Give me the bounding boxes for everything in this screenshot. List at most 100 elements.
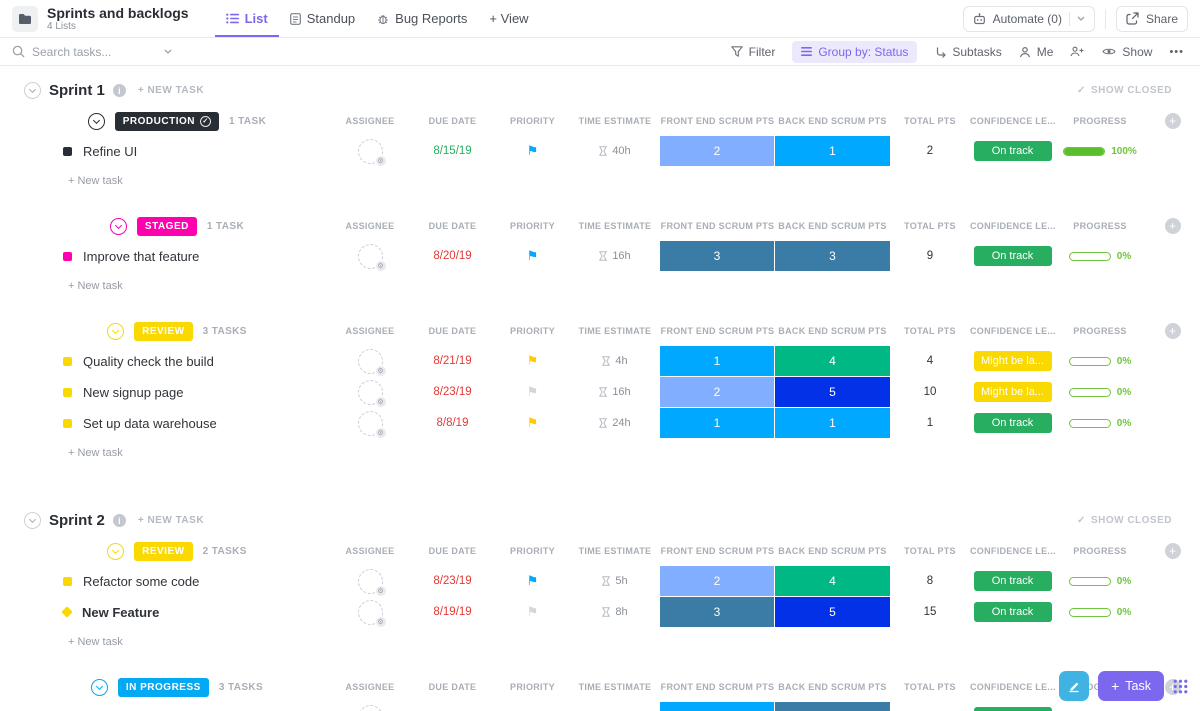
front-end-scrum-pts[interactable]: 3 <box>660 597 775 627</box>
show-button[interactable]: Show <box>1102 45 1152 59</box>
subtasks-button[interactable]: Subtasks <box>934 45 1001 59</box>
priority-flag-icon[interactable]: ⚑ <box>495 377 570 407</box>
automate-button[interactable]: Automate (0) <box>963 6 1095 32</box>
due-date[interactable]: 8/20/19 <box>410 241 495 271</box>
status-badge[interactable]: REVIEW <box>134 322 192 341</box>
priority-flag-icon[interactable]: ⚑ <box>495 566 570 596</box>
add-column-icon[interactable]: + <box>1165 543 1181 559</box>
add-column-icon[interactable]: + <box>1165 113 1181 129</box>
status-badge[interactable]: STAGED <box>137 217 197 236</box>
due-date[interactable]: 8/19/19 <box>410 597 495 627</box>
assignees-button[interactable] <box>1070 46 1085 57</box>
me-button[interactable]: Me <box>1019 45 1054 59</box>
show-closed-button[interactable]: ✓ SHOW CLOSED <box>1077 515 1172 526</box>
sprint-title[interactable]: Sprint 1 <box>49 82 105 99</box>
back-end-scrum-pts[interactable]: 5 <box>775 597 890 627</box>
task-row[interactable]: New signup page ⚙ 8/23/19 ⚑ 16h 2 5 10 M… <box>0 377 1200 407</box>
back-end-scrum-pts[interactable]: 1 <box>775 408 890 438</box>
task-row[interactable]: Quality check the build ⚙ 8/21/19 ⚑ 4h 1… <box>0 346 1200 376</box>
priority-flag-icon[interactable]: ⚑ <box>495 241 570 271</box>
tab-list[interactable]: List <box>215 0 279 37</box>
notepad-button[interactable] <box>1059 671 1089 701</box>
task-name[interactable]: New Feature <box>82 605 159 620</box>
status-badge[interactable]: IN PROGRESS <box>118 678 209 697</box>
time-estimate[interactable]: 16h <box>612 250 630 262</box>
assignee-avatar[interactable]: ⚙ <box>358 600 383 625</box>
front-end-scrum-pts[interactable]: 3 <box>660 241 775 271</box>
confidence-badge[interactable]: On track <box>974 571 1052 591</box>
front-end-scrum-pts[interactable]: 1 <box>660 408 775 438</box>
front-end-scrum-pts[interactable]: 2 <box>660 377 775 407</box>
due-date[interactable]: 8/26/19 <box>410 702 495 711</box>
task-name[interactable]: Refactor some code <box>83 574 199 589</box>
tab-bug-reports[interactable]: Bug Reports <box>366 0 478 37</box>
time-estimate[interactable]: 40h <box>612 145 630 157</box>
time-estimate[interactable]: 8h <box>615 606 627 618</box>
search-options-chevron-icon[interactable] <box>164 49 172 54</box>
priority-flag-icon[interactable]: ⚑ <box>495 702 570 711</box>
group-by-button[interactable]: Group by: Status <box>792 41 917 63</box>
task-name[interactable]: Improve that feature <box>83 249 199 264</box>
task-name[interactable]: Refine UI <box>83 144 137 159</box>
assignee-avatar[interactable]: ⚙ <box>358 705 383 711</box>
apps-grid-icon[interactable] <box>1173 679 1188 694</box>
back-end-scrum-pts[interactable]: 3 <box>775 702 890 711</box>
new-task-button[interactable]: + New task <box>0 167 1200 202</box>
confidence-badge[interactable]: Might be la... <box>974 351 1052 371</box>
add-task-button[interactable]: + Task <box>1098 671 1164 701</box>
confidence-badge[interactable]: On track <box>974 413 1052 433</box>
share-button[interactable]: Share <box>1116 6 1188 32</box>
collapse-sprint-icon[interactable] <box>24 512 41 529</box>
collapse-group-icon[interactable] <box>91 679 108 696</box>
task-row[interactable]: Refine UI ⚙ 8/15/19 ⚑ 40h 2 1 2 On track… <box>0 136 1200 166</box>
task-name[interactable]: Set up data warehouse <box>83 416 217 431</box>
confidence-badge[interactable]: On track <box>974 602 1052 622</box>
front-end-scrum-pts[interactable]: 2 <box>660 136 775 166</box>
time-estimate[interactable]: 5h <box>615 575 627 587</box>
back-end-scrum-pts[interactable]: 3 <box>775 241 890 271</box>
priority-flag-icon[interactable]: ⚑ <box>495 408 570 438</box>
front-end-scrum-pts[interactable]: 2 <box>660 566 775 596</box>
task-row[interactable]: New Feature ⚙ 8/19/19 ⚑ 8h 3 5 15 On tra… <box>0 597 1200 627</box>
task-name[interactable]: Quality check the build <box>83 354 214 369</box>
collapse-group-icon[interactable] <box>110 218 127 235</box>
filter-button[interactable]: Filter <box>731 45 776 59</box>
due-date[interactable]: 8/23/19 <box>410 566 495 596</box>
back-end-scrum-pts[interactable]: 5 <box>775 377 890 407</box>
due-date[interactable]: 8/21/19 <box>410 346 495 376</box>
collapse-group-icon[interactable] <box>107 543 124 560</box>
sprint-new-task-button[interactable]: + NEW TASK <box>138 515 204 526</box>
add-column-icon[interactable]: + <box>1165 218 1181 234</box>
time-estimate[interactable]: 4h <box>615 355 627 367</box>
priority-flag-icon[interactable]: ⚑ <box>495 136 570 166</box>
priority-flag-icon[interactable]: ⚑ <box>495 597 570 627</box>
task-name[interactable]: New signup page <box>83 385 183 400</box>
sprint-new-task-button[interactable]: + NEW TASK <box>138 85 204 96</box>
time-estimate[interactable]: 16h <box>612 386 630 398</box>
assignee-avatar[interactable]: ⚙ <box>358 380 383 405</box>
collapse-group-icon[interactable] <box>107 323 124 340</box>
front-end-scrum-pts[interactable]: 1 <box>660 702 775 711</box>
status-badge[interactable]: REVIEW <box>134 542 192 561</box>
priority-flag-icon[interactable]: ⚑ <box>495 346 570 376</box>
new-task-button[interactable]: + New task <box>0 272 1200 307</box>
add-column-icon[interactable]: + <box>1165 323 1181 339</box>
new-task-button[interactable]: + New task <box>0 628 1200 663</box>
tab-standup[interactable]: Standup <box>279 0 366 37</box>
assignee-avatar[interactable]: ⚙ <box>358 411 383 436</box>
assignee-avatar[interactable]: ⚙ <box>358 349 383 374</box>
due-date[interactable]: 8/8/19 <box>410 408 495 438</box>
chevron-down-icon[interactable] <box>1077 16 1085 21</box>
new-task-button[interactable]: + New task <box>0 439 1200 474</box>
assignee-avatar[interactable]: ⚙ <box>358 244 383 269</box>
task-row[interactable]: User story ⚙ 8/26/19 ⚑ 24h 1 3 3 On trac… <box>0 702 1200 711</box>
back-end-scrum-pts[interactable]: 4 <box>775 346 890 376</box>
back-end-scrum-pts[interactable]: 4 <box>775 566 890 596</box>
due-date[interactable]: 8/23/19 <box>410 377 495 407</box>
task-row[interactable]: Refactor some code ⚙ 8/23/19 ⚑ 5h 2 4 8 … <box>0 566 1200 596</box>
status-badge[interactable]: PRODUCTION ✓ <box>115 112 219 131</box>
task-row[interactable]: Set up data warehouse ⚙ 8/8/19 ⚑ 24h 1 1… <box>0 408 1200 438</box>
front-end-scrum-pts[interactable]: 1 <box>660 346 775 376</box>
task-row[interactable]: Improve that feature ⚙ 8/20/19 ⚑ 16h 3 3… <box>0 241 1200 271</box>
search-input[interactable] <box>32 45 157 59</box>
